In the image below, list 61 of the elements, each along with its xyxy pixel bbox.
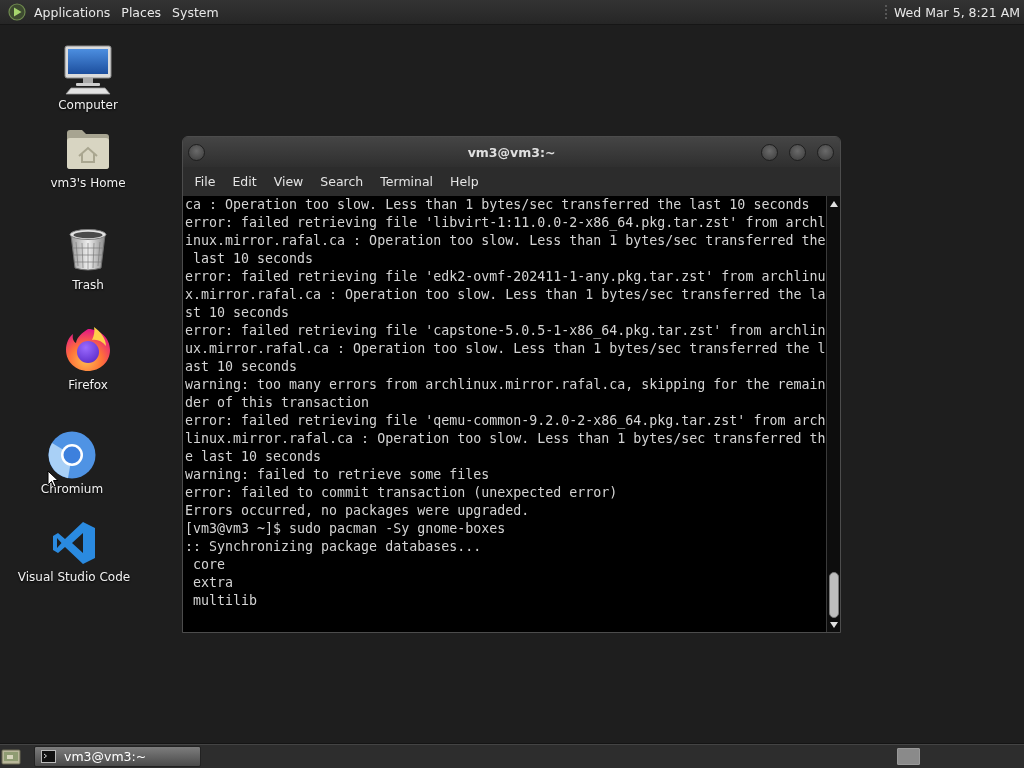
desktop-shortcut[interactable]: vm3's Home — [28, 128, 148, 191]
menu-item[interactable]: File — [186, 174, 224, 189]
scroll-down-icon[interactable] — [828, 621, 839, 629]
menu-item[interactable]: Terminal — [371, 174, 442, 189]
desktop-shortcut[interactable]: Chromium — [12, 431, 132, 497]
menu-item[interactable]: Search — [311, 174, 372, 189]
terminal-line: x.mirror.rafal.ca : Operation too slow. Less than 1 bytes/sec transferred the la — [185, 286, 826, 304]
terminal-line: error: failed retrieving file 'libvirt-1:11.0.0-2-x86_64.pkg.tar.zst' from archl — [185, 214, 826, 232]
terminal-line: :: Synchronizing package databases... — [185, 538, 483, 556]
computer-icon — [63, 45, 113, 95]
play-circle-icon[interactable] — [8, 3, 26, 21]
scrollbar-thumb[interactable] — [828, 572, 839, 618]
window-title: vm3@vm3:~ — [467, 144, 556, 160]
menu-item[interactable]: Help — [441, 174, 488, 189]
terminal-line: warning: failed to retrieve some files — [185, 466, 491, 484]
grip-icon[interactable] — [883, 4, 888, 20]
scroll-up-icon[interactable] — [828, 200, 839, 208]
terminal-line: multilib — [192, 592, 259, 610]
terminal-line: error: failed retrieving file 'qemu-common-9.2.0-2-x86_64.pkg.tar.zst' from arch — [185, 412, 826, 430]
close-button[interactable] — [817, 143, 834, 161]
trash-icon — [68, 228, 108, 272]
firefox-icon — [64, 326, 112, 372]
vscode-icon — [52, 521, 96, 565]
desktop-shortcut[interactable]: Firefox — [28, 326, 148, 393]
window-menu-button[interactable] — [188, 143, 205, 161]
terminal-line: last 10 seconds — [192, 250, 315, 268]
terminal-line: error: failed retrieving file 'capstone-5.0.5-1-x86_64.pkg.tar.zst' from archlin — [185, 322, 826, 340]
terminal-line: error: failed retrieving file 'edk2-ovmf-202411-1-any.pkg.tar.zst' from archlinu — [185, 268, 826, 286]
terminal-line: ca : Operation too slow. Less than 1 bytes/sec transferred the last 10 seconds — [185, 196, 811, 214]
terminal-line: core — [192, 556, 227, 574]
menu-item[interactable]: View — [265, 174, 312, 189]
terminal-line: warning: too many errors from archlinux.mirror.rafal.ca, skipping for the remain — [185, 376, 826, 394]
clock[interactable]: Wed Mar 5, 8:21 AM — [893, 4, 1020, 20]
scrollbar[interactable] — [826, 196, 840, 632]
panel-menu[interactable]: Places — [117, 4, 166, 20]
terminal-line: Errors occurred, no packages were upgraded. — [185, 502, 531, 520]
terminal-line: der of this transaction — [185, 394, 371, 412]
terminal-line: inux.mirror.rafal.ca : Operation too slow. Less than 1 bytes/sec transferred the — [185, 232, 826, 250]
terminal-line: error: failed to commit transaction (unexpected error) — [185, 484, 619, 502]
desktop-shortcut[interactable]: Computer — [28, 45, 148, 113]
terminal-line: extra — [192, 574, 235, 592]
terminal-icon — [41, 749, 56, 763]
home-folder-icon — [65, 128, 111, 170]
minimize-button[interactable] — [761, 143, 778, 161]
terminal-line: ux.mirror.rafal.ca : Operation too slow. Less than 1 bytes/sec transferred the l — [185, 340, 826, 358]
panel-menu[interactable]: Applications — [30, 4, 115, 20]
desktop-icon — [1, 747, 21, 765]
terminal-line: ast 10 seconds — [185, 358, 299, 376]
workspace-switcher[interactable] — [897, 747, 920, 765]
terminal-line: e last 10 seconds — [185, 448, 323, 466]
show-desktop-button[interactable] — [1, 747, 21, 765]
desktop-shortcut[interactable]: Trash — [28, 228, 148, 293]
desktop-shortcut[interactable]: Visual Studio Code — [14, 521, 134, 585]
terminal-line: linux.mirror.rafal.ca : Operation too slow. Less than 1 bytes/sec transferred th — [185, 430, 826, 448]
menu-item[interactable]: Edit — [223, 174, 266, 189]
maximize-button[interactable] — [789, 143, 806, 161]
chromium-icon — [48, 431, 96, 479]
terminal-line: st 10 seconds — [185, 304, 291, 322]
taskbar-button[interactable]: vm3@vm3:~ — [34, 745, 201, 767]
panel-menu[interactable]: System — [168, 4, 223, 20]
terminal-line: [vm3@vm3 ~]$ sudo pacman -Sy gnome-boxes — [185, 520, 507, 538]
